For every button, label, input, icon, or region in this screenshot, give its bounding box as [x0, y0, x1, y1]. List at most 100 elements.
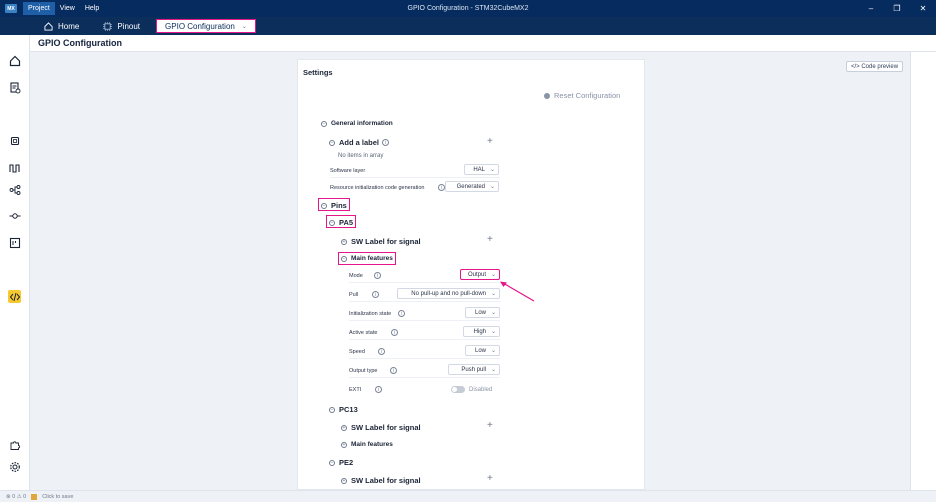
chevron-down-icon: ⌄ [490, 348, 496, 354]
software-layer-value: HAL [473, 166, 485, 173]
output-type-label: Output type [349, 368, 378, 374]
add-sw-label-plus-icon[interactable]: + [487, 234, 493, 245]
reset-configuration-button[interactable]: Reset Configuration [544, 91, 620, 100]
app-logo: MX [5, 4, 17, 13]
page-header: GPIO Configuration [30, 35, 936, 52]
gear-icon[interactable] [8, 460, 21, 473]
toggle-switch-icon [451, 386, 465, 393]
info-icon[interactable]: i [375, 386, 382, 393]
chevron-down-icon: ⌄ [490, 291, 496, 297]
pc13-sw-label-group[interactable]: + SW Label for signal [341, 423, 421, 432]
pa5-highlight [326, 215, 356, 228]
divider [349, 339, 500, 340]
tab-gpio-configuration[interactable]: GPIO Configuration ⌄ [156, 19, 256, 33]
add-a-label-group[interactable]: − Add a label i [329, 138, 390, 147]
chevron-down-icon: ⌄ [490, 329, 496, 335]
pull-select[interactable]: No pull-up and no pull-down ⌄ [397, 288, 500, 299]
menu-project[interactable]: Project [23, 2, 55, 15]
chevron-down-icon: ⌄ [489, 184, 495, 190]
collapse-icon: − [321, 120, 327, 127]
info-icon[interactable]: i [391, 329, 398, 336]
init-state-select[interactable]: Low ⌄ [465, 307, 500, 318]
pc13-group[interactable]: − PC13 [329, 405, 358, 414]
pe2-group[interactable]: − PE2 [329, 458, 353, 467]
menu-help[interactable]: Help [80, 2, 104, 15]
resource-init-row: Resource initialization code generation [330, 185, 424, 191]
add-a-label-label: Add a label [339, 138, 380, 147]
output-type-value: Push pull [461, 366, 486, 373]
info-icon[interactable]: i [390, 367, 397, 374]
active-state-label: Active state [349, 330, 378, 336]
problems-count[interactable]: ⊗ 0 ⚠ 0 [6, 494, 26, 500]
signal-icon[interactable] [8, 161, 21, 174]
general-information-label: General information [331, 120, 393, 127]
chevron-down-icon: ⌄ [489, 167, 495, 173]
info-icon[interactable]: i [374, 272, 381, 279]
code-icon[interactable] [8, 290, 21, 303]
collapse-icon: − [329, 139, 335, 146]
annotation-arrow-icon [500, 281, 535, 302]
divider [349, 282, 500, 283]
document-settings-icon[interactable] [8, 81, 21, 94]
menu-view[interactable]: View [55, 2, 80, 15]
expand-icon: + [341, 477, 347, 484]
active-state-select[interactable]: High ⌄ [463, 326, 500, 337]
expand-icon: + [341, 424, 347, 431]
clock-tree-icon[interactable] [8, 183, 21, 196]
resource-init-value: Generated [456, 183, 485, 190]
software-layer-select[interactable]: HAL ⌄ [464, 164, 499, 175]
info-icon[interactable]: i [382, 139, 390, 146]
collapse-icon: − [329, 406, 335, 413]
reset-icon [544, 92, 550, 99]
mode-select[interactable]: Output ⌄ [460, 269, 500, 280]
close-icon[interactable]: ✕ [910, 0, 936, 17]
mode-label: Mode [349, 273, 363, 279]
divider [330, 177, 500, 178]
status-bar: ⊗ 0 ⚠ 0 Click to save [0, 490, 936, 502]
info-icon[interactable]: i [372, 291, 379, 298]
chevron-down-icon: ⌄ [490, 272, 496, 278]
pc13-main-features-group[interactable]: + Main features [341, 441, 393, 448]
tab-pinout-label: Pinout [117, 21, 141, 31]
chip-rail-icon[interactable] [8, 134, 21, 147]
pull-value: No pull-up and no pull-down [411, 290, 486, 297]
tab-pinout[interactable]: Pinout [95, 19, 148, 33]
chevron-down-icon[interactable]: ⌄ [242, 23, 247, 30]
pa5-sw-label-group[interactable]: + SW Label for signal [341, 237, 421, 246]
output-type-select[interactable]: Push pull ⌄ [448, 364, 500, 375]
puzzle-icon[interactable] [8, 438, 21, 451]
board-icon[interactable] [8, 236, 21, 249]
speed-select[interactable]: Low ⌄ [465, 345, 500, 356]
connection-icon[interactable] [8, 209, 21, 222]
speed-label: Speed [349, 349, 365, 355]
tab-gpio-label: GPIO Configuration [165, 21, 235, 31]
pe2-sw-label-group[interactable]: + SW Label for signal [341, 476, 421, 485]
code-preview-button[interactable]: </> Code preview [846, 61, 904, 72]
add-sw-label-plus-icon[interactable]: + [487, 420, 493, 431]
expand-icon: + [341, 441, 347, 448]
pe2-sw-label: SW Label for signal [351, 476, 421, 485]
add-sw-label-plus-icon[interactable]: + [487, 473, 493, 484]
tab-home[interactable]: Home [36, 19, 87, 33]
click-to-save[interactable]: Click to save [42, 494, 73, 500]
divider [349, 301, 500, 302]
minimize-icon[interactable]: – [858, 0, 884, 17]
add-label-plus-icon[interactable]: + [487, 136, 493, 147]
tab-bar: Home Pinout GPIO Configuration ⌄ [0, 17, 936, 35]
collapse-icon: − [329, 459, 335, 466]
window-title: GPIO Configuration - STM32CubeMX2 [407, 5, 529, 12]
tab-home-label: Home [58, 21, 80, 31]
home-rail-icon[interactable] [8, 54, 21, 67]
general-information-group[interactable]: − General information [321, 120, 393, 127]
divider [349, 320, 500, 321]
divider [349, 377, 500, 378]
info-icon[interactable]: i [378, 348, 385, 355]
init-state-value: Low [474, 309, 486, 316]
resource-init-select[interactable]: Generated ⌄ [445, 181, 499, 192]
exti-toggle[interactable]: Disabled [451, 386, 492, 393]
restore-icon[interactable]: ❐ [884, 0, 910, 17]
info-icon[interactable]: i [398, 310, 405, 317]
chevron-down-icon: ⌄ [490, 310, 496, 316]
chevron-down-icon: ⌄ [490, 367, 496, 373]
info-icon[interactable]: i [438, 184, 445, 191]
